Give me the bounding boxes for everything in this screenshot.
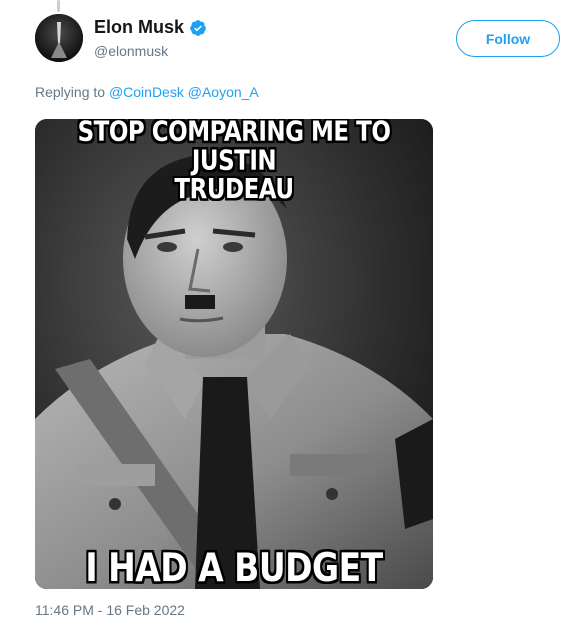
mention-link-coindesk[interactable]: @CoinDesk bbox=[109, 84, 184, 100]
follow-button[interactable]: Follow bbox=[456, 20, 560, 57]
meme-top-caption-line2: TRUDEAU bbox=[174, 174, 294, 206]
meme-top-caption-line1: STOP COMPARING ME TO JUSTIN bbox=[77, 119, 391, 177]
tweet-timestamp[interactable]: 11:46 PM - 16 Feb 2022 bbox=[35, 602, 185, 618]
thread-connector-line bbox=[57, 0, 60, 12]
author-handle[interactable]: @elonmusk bbox=[94, 43, 168, 59]
replying-prefix: Replying to bbox=[35, 84, 106, 100]
tweet-media-image[interactable]: STOP COMPARING ME TO JUSTIN TRUDEAU I HA… bbox=[35, 119, 433, 589]
replying-to-line: Replying to @CoinDesk @Aoyon_A bbox=[35, 84, 259, 100]
profile-avatar-icon bbox=[35, 14, 83, 62]
mention-link-aoyon[interactable]: @Aoyon_A bbox=[188, 84, 259, 100]
author-name-row: Elon Musk bbox=[94, 17, 207, 38]
verified-badge-icon bbox=[189, 19, 207, 37]
avatar[interactable] bbox=[35, 14, 83, 62]
meme-bottom-caption: I HAD A BUDGET bbox=[85, 543, 383, 589]
author-display-name[interactable]: Elon Musk bbox=[94, 17, 184, 38]
meme-top-caption: STOP COMPARING ME TO JUSTIN TRUDEAU bbox=[35, 119, 433, 205]
